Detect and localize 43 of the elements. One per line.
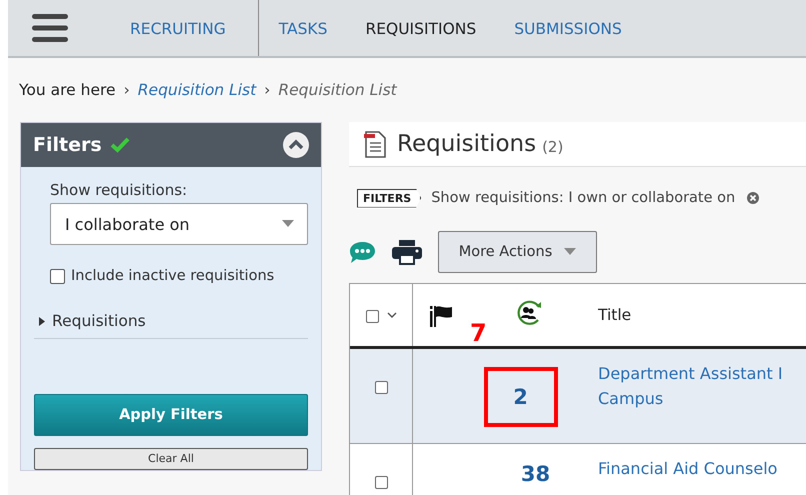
breadcrumb-current: Requisition List <box>278 81 397 99</box>
menu-icon[interactable] <box>32 13 68 43</box>
breadcrumb-separator: › <box>124 81 130 99</box>
flag-icon <box>429 304 453 328</box>
filters-title: Filters <box>33 134 102 156</box>
breadcrumb-separator: › <box>264 81 270 99</box>
section-label: Requisitions <box>52 312 146 330</box>
row-checkbox[interactable] <box>374 476 388 489</box>
document-icon <box>363 130 387 158</box>
row-checkbox[interactable] <box>374 381 388 394</box>
clear-filter-icon[interactable] <box>747 192 760 204</box>
nav-tab[interactable]: TASKS <box>260 0 346 56</box>
breadcrumb-label: You are here <box>19 81 116 99</box>
select-all-checkbox[interactable] <box>366 310 378 323</box>
candidates-icon <box>516 300 544 326</box>
annotation-number: 7 <box>470 319 487 347</box>
page-title: Requisitions <box>397 131 536 157</box>
caret-icon <box>282 220 294 228</box>
column-header[interactable]: Title <box>598 306 632 324</box>
more-actions-button[interactable]: More Actions <box>438 231 597 273</box>
clear-all-button[interactable]: Clear All <box>34 448 308 470</box>
nav-tab[interactable]: SUBMISSIONS <box>495 0 641 56</box>
chat-icon[interactable] <box>349 240 376 264</box>
collapse-icon[interactable] <box>283 132 309 158</box>
apply-filters-button[interactable]: Apply Filters <box>34 394 308 436</box>
candidate-count-link[interactable]: 38 <box>520 462 550 486</box>
requisition-title-link[interactable]: Department Assistant I Campus <box>598 361 783 411</box>
nav-tab[interactable]: REQUISITIONS <box>346 0 496 56</box>
requisition-title-link[interactable]: Financial Aid Counselo <box>598 456 778 481</box>
filters-tag: FILTERS <box>357 188 422 208</box>
candidate-count-link[interactable]: 2 <box>513 385 528 409</box>
nav-tab[interactable]: RECRUITING <box>111 0 259 56</box>
count-label: (2) <box>542 138 564 156</box>
filter-summary: Show requisitions: I own or collaborate on <box>431 190 736 206</box>
checkbox[interactable] <box>50 268 65 284</box>
checkbox-label: Include inactive requisitions <box>71 268 274 284</box>
chevron-down-icon[interactable] <box>386 312 396 318</box>
caret-icon <box>564 248 576 256</box>
section-toggle[interactable]: Requisitions <box>34 284 308 339</box>
dropdown-field[interactable]: I collaborate on <box>50 203 308 245</box>
field-label: Show requisitions: <box>50 181 188 199</box>
breadcrumb-link[interactable]: Requisition List <box>138 81 256 99</box>
print-icon[interactable] <box>392 240 422 264</box>
